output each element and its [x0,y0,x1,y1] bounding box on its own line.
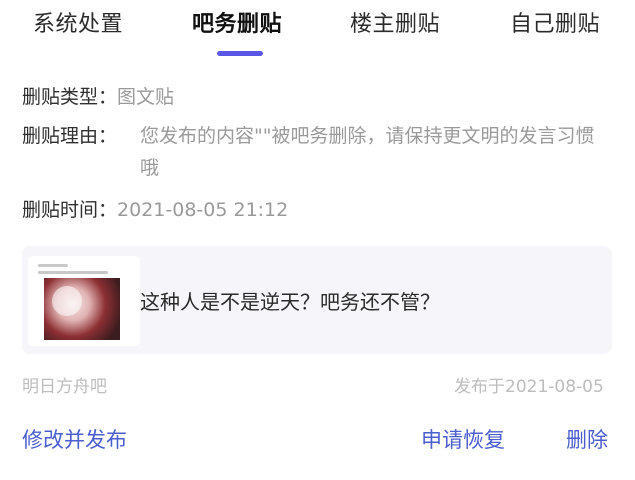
forum-name[interactable]: 明日方舟吧 [22,372,107,397]
tab-self-deleted[interactable]: 自己删贴 [510,6,600,38]
delete-type-label: 删贴类型： [22,86,118,108]
edit-and-publish-button[interactable]: 修改并发布 [22,424,127,454]
delete-button[interactable]: 删除 [566,424,608,454]
tab-op-deleted[interactable]: 楼主删贴 [350,6,440,38]
delete-time-label: 删贴时间： [22,199,118,221]
delete-type-row: 删贴类型：图文贴 [22,81,174,113]
thumbnail-header-line [38,264,68,267]
active-tab-indicator [217,51,263,56]
post-text: 这种人是不是逆天？吧务还不管？ [140,290,440,314]
delete-reason-label: 删贴理由： [22,125,118,147]
tab-admin-deleted[interactable]: 吧务删贴 [192,6,282,38]
delete-time-row: 删贴时间：2021-08-05 21:12 [22,194,288,226]
delete-type-value: 图文贴 [117,86,175,108]
delete-reason-label-row: 删贴理由： [22,120,117,152]
thumbnail-image [44,278,120,340]
thumbnail-caption-line [38,271,108,274]
post-thumbnail[interactable] [28,256,140,346]
post-card[interactable]: 这种人是不是逆天？吧务还不管？ [22,246,612,354]
tab-system-action[interactable]: 系统处置 [33,6,123,38]
delete-time-value: 2021-08-05 21:12 [117,199,289,221]
tab-bar: 系统处置 吧务删贴 楼主删贴 自己删贴 [0,0,635,62]
delete-reason-value: 您发布的内容""被吧务删除，请保持更文明的发言习惯哦 [140,125,595,179]
appeal-restore-button[interactable]: 申请恢复 [421,424,505,454]
publish-date: 发布于2021-08-05 [454,377,604,397]
